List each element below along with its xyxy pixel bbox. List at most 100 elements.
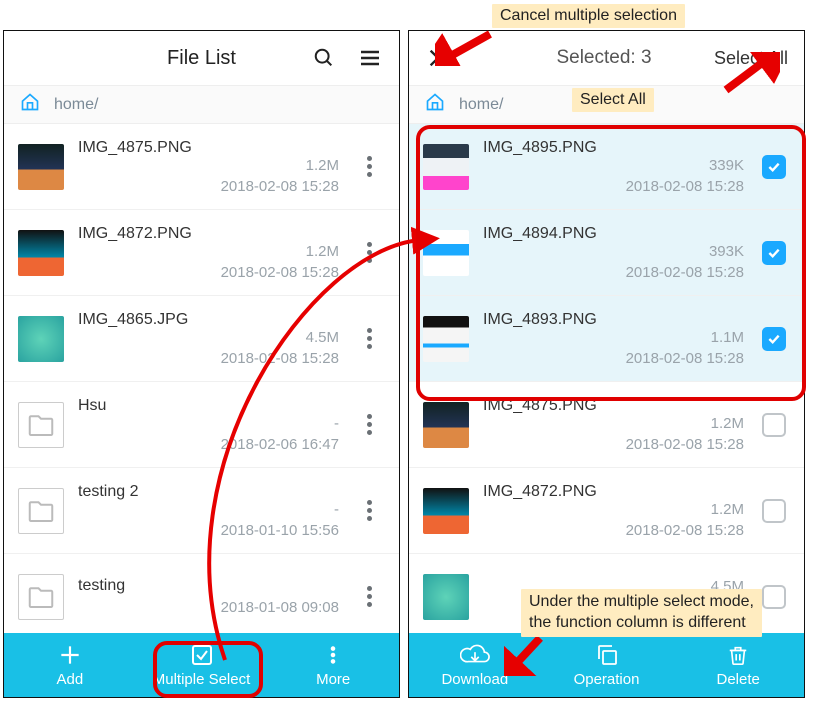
more-icon[interactable] [361, 408, 378, 441]
file-date: 2018-02-08 15:28 [626, 264, 744, 281]
folder-icon [18, 488, 64, 534]
check-square-icon [190, 643, 214, 667]
file-row[interactable]: IMG_4895.PNG 339K 2018-02-08 15:28 [409, 124, 804, 210]
more-button[interactable]: More [267, 633, 399, 697]
file-row[interactable]: IMG_4865.JPG 4.5M 2018-02-08 15:28 [4, 296, 399, 382]
file-size: 4.5M [306, 329, 339, 346]
file-name: IMG_4865.JPG [78, 311, 339, 329]
file-row[interactable]: IMG_4872.PNG 1.2M 2018-02-08 15:28 [4, 210, 399, 296]
vdots-icon [322, 643, 344, 667]
file-date: 2018-02-08 15:28 [626, 350, 744, 367]
file-thumbnail [423, 230, 469, 276]
file-thumbnail [423, 488, 469, 534]
home-icon[interactable] [20, 92, 40, 117]
file-size: 339K [709, 157, 744, 174]
more-icon[interactable] [361, 322, 378, 355]
file-name: IMG_4895.PNG [483, 139, 744, 157]
file-date: 2018-02-08 15:28 [626, 522, 744, 539]
file-meta: IMG_4872.PNG 1.2M 2018-02-08 15:28 [483, 478, 744, 543]
file-size: 393K [709, 243, 744, 260]
select-checkbox[interactable] [762, 585, 786, 609]
trash-icon [727, 643, 749, 667]
file-date: 2018-02-08 15:28 [626, 178, 744, 195]
arrow-to-select-all [720, 52, 780, 96]
file-meta: IMG_4875.PNG 1.2M 2018-02-08 15:28 [78, 134, 339, 199]
more-icon[interactable] [361, 150, 378, 183]
cloud-down-icon [460, 643, 490, 667]
file-thumbnail [18, 230, 64, 276]
file-thumbnail [423, 144, 469, 190]
bottom-bar: Download Operation Delete [409, 633, 804, 697]
select-checkbox[interactable] [762, 241, 786, 265]
file-list: IMG_4875.PNG 1.2M 2018-02-08 15:28 IMG_4… [4, 124, 399, 633]
file-meta: IMG_4872.PNG 1.2M 2018-02-08 15:28 [78, 220, 339, 285]
file-row[interactable]: testing 2018-01-08 09:08 [4, 554, 399, 633]
delete-button[interactable]: Delete [672, 633, 804, 697]
breadcrumb-path: home/ [54, 96, 98, 114]
more-icon[interactable] [361, 236, 378, 269]
multiple-select-button[interactable]: Multiple Select [136, 633, 268, 697]
file-row[interactable]: IMG_4893.PNG 1.1M 2018-02-08 15:28 [409, 296, 804, 382]
header: File List [4, 31, 399, 86]
button-label: Add [56, 671, 83, 688]
file-row[interactable]: testing 2 - 2018-01-10 15:56 [4, 468, 399, 554]
button-label: Delete [717, 671, 760, 688]
file-size: 1.1M [711, 329, 744, 346]
file-date: 2018-02-08 15:28 [221, 178, 339, 195]
add-button[interactable]: Add [4, 633, 136, 697]
more-icon[interactable] [361, 580, 378, 613]
file-meta: testing 2 - 2018-01-10 15:56 [78, 478, 339, 543]
bottom-bar: Add Multiple Select More [4, 633, 399, 697]
file-name: testing 2 [78, 483, 339, 501]
file-size: - [334, 415, 339, 432]
file-row[interactable]: Hsu - 2018-02-06 16:47 [4, 382, 399, 468]
callout-function-column-diff: Under the multiple select mode, the func… [521, 589, 762, 637]
breadcrumb[interactable]: home/ [4, 86, 399, 124]
file-date: 2018-02-08 15:28 [626, 436, 744, 453]
file-list: IMG_4895.PNG 339K 2018-02-08 15:28 IMG_4… [409, 124, 804, 633]
file-meta: IMG_4895.PNG 339K 2018-02-08 15:28 [483, 134, 744, 199]
file-row[interactable]: IMG_4875.PNG 1.2M 2018-02-08 15:28 [409, 382, 804, 468]
file-date: 2018-01-08 09:08 [221, 599, 339, 616]
select-checkbox[interactable] [762, 155, 786, 179]
file-thumbnail [18, 316, 64, 362]
file-name: IMG_4875.PNG [483, 397, 744, 415]
menu-icon[interactable] [357, 45, 383, 71]
file-meta: testing 2018-01-08 09:08 [78, 564, 339, 629]
file-thumbnail [423, 574, 469, 620]
select-checkbox[interactable] [762, 327, 786, 351]
breadcrumb-path: home/ [459, 96, 503, 114]
selected-count: Selected: 3 [514, 47, 694, 69]
search-icon[interactable] [311, 45, 337, 71]
file-row[interactable]: IMG_4875.PNG 1.2M 2018-02-08 15:28 [4, 124, 399, 210]
file-name: IMG_4875.PNG [78, 139, 339, 157]
file-thumbnail [18, 144, 64, 190]
file-size: 1.2M [306, 157, 339, 174]
file-size: - [334, 501, 339, 518]
file-row[interactable]: IMG_4894.PNG 393K 2018-02-08 15:28 [409, 210, 804, 296]
folder-icon [18, 402, 64, 448]
file-name: Hsu [78, 397, 339, 415]
file-name: IMG_4894.PNG [483, 225, 744, 243]
file-date: 2018-02-06 16:47 [221, 436, 339, 453]
file-date: 2018-02-08 15:28 [221, 350, 339, 367]
file-meta: IMG_4875.PNG 1.2M 2018-02-08 15:28 [483, 392, 744, 457]
file-thumbnail [423, 316, 469, 362]
file-meta: IMG_4893.PNG 1.1M 2018-02-08 15:28 [483, 306, 744, 371]
file-size: 1.2M [711, 501, 744, 518]
button-label: Download [441, 671, 508, 688]
home-icon[interactable] [425, 92, 445, 117]
file-thumbnail [423, 402, 469, 448]
button-label: Multiple Select [153, 671, 251, 688]
select-checkbox[interactable] [762, 413, 786, 437]
more-icon[interactable] [361, 494, 378, 527]
screen-file-list: File List home/ IMG_4875.PNG 1.2M 2018-0… [3, 30, 400, 698]
arrow-to-function-bar [504, 632, 548, 676]
file-name: IMG_4893.PNG [483, 311, 744, 329]
file-name: IMG_4872.PNG [78, 225, 339, 243]
file-row[interactable]: IMG_4872.PNG 1.2M 2018-02-08 15:28 [409, 468, 804, 554]
file-name: testing [78, 577, 339, 595]
folder-icon [18, 574, 64, 620]
select-checkbox[interactable] [762, 499, 786, 523]
operation-button[interactable]: Operation [541, 633, 673, 697]
